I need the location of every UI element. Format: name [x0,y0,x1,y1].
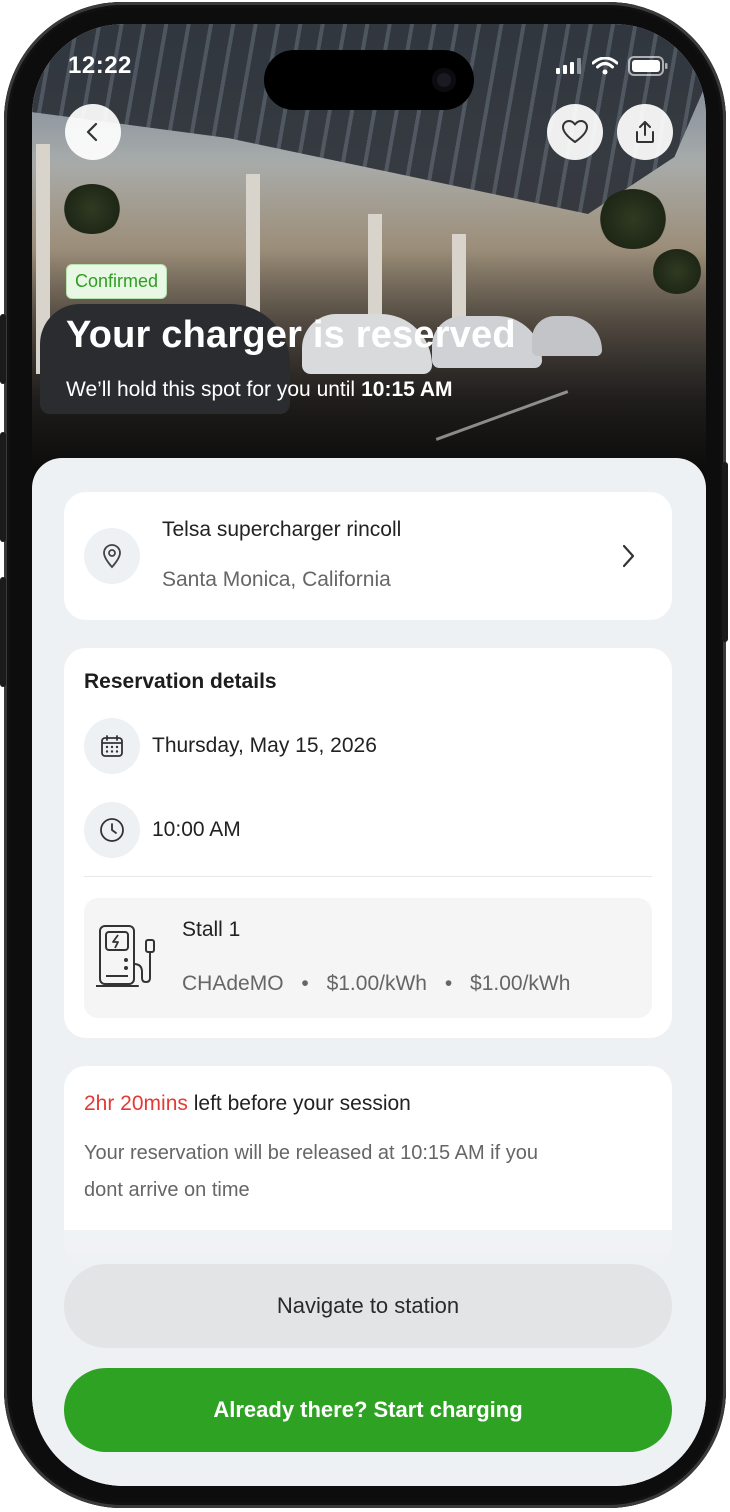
countdown-remaining: 2hr 20mins [84,1092,188,1115]
reservation-card: Reservation details Thursday, May 15, 20… [64,648,672,1038]
hero-image: 12:22 Confirmed Your charger is reserved… [32,24,706,494]
reservation-time: 10:00 AM [152,818,241,841]
dynamic-island [264,50,474,110]
wifi-icon [592,57,618,75]
chevron-right-icon [622,544,635,568]
navigate-button[interactable]: Navigate to station [64,1264,672,1348]
reservation-heading: Reservation details [84,670,277,693]
spec-separator: • [444,972,453,995]
location-icon-wrap [84,528,140,584]
location-pin-icon [103,544,121,569]
countdown-line: 2hr 20mins left before your session [84,1092,411,1116]
status-icons [556,56,668,76]
volume-down-button [0,577,6,687]
screen: 12:22 Confirmed Your charger is reserved… [32,24,706,1486]
back-button[interactable] [65,104,121,160]
camera-icon [432,68,456,92]
clock-icon [100,818,124,842]
palm-tree [598,189,668,249]
divider [84,876,652,877]
share-icon [636,121,654,143]
favorite-button[interactable] [547,104,603,160]
station-name: Telsa supercharger rincoll [162,518,402,541]
price-secondary: $1.00/kWh [470,972,571,995]
hold-message: We’ll hold this spot for you until 10:15 … [66,378,453,402]
clock-icon-wrap [84,802,140,858]
station-location: Santa Monica, California [162,568,391,591]
reservation-date: Thursday, May 15, 2026 [152,734,377,757]
stall-box: Stall 1 CHAdeMO • $1.00/kWh • $1.00/kWh [84,898,652,1018]
page-title: Your charger is reserved [66,314,516,356]
countdown-label: left before your session [193,1092,411,1115]
stall-name: Stall 1 [182,918,241,941]
connector-type: CHAdeMO [182,972,284,995]
station-card[interactable]: Telsa supercharger rincoll Santa Monica,… [64,492,672,620]
battery-icon [628,56,668,76]
volume-up-button [0,432,6,542]
release-note-line1: Your reservation will be released at 10:… [84,1142,538,1164]
calendar-icon-wrap [84,718,140,774]
parked-car [532,316,602,356]
release-note-line2: dont arrive on time [84,1179,250,1201]
start-charging-button[interactable]: Already there? Start charging [64,1368,672,1452]
spec-separator: • [301,972,309,995]
parking-line [435,390,569,441]
palm-tree [62,184,122,234]
hold-until-time: 10:15 AM [361,378,453,401]
stall-specs: CHAdeMO • $1.00/kWh • $1.00/kWh [182,972,570,996]
signal-icon [556,58,581,74]
hold-message-text: We’ll hold this spot for you until [66,378,356,401]
confirmed-badge: Confirmed [66,264,168,299]
canopy-pillar [368,214,382,324]
calendar-icon [101,735,123,757]
heart-icon [562,120,588,143]
chevron-left-icon [86,122,98,142]
price-primary: $1.00/kWh [326,972,427,995]
charger-station-icon [96,925,155,987]
status-time: 12:22 [68,52,132,79]
mute-switch [0,314,6,384]
palm-tree [652,249,702,294]
phone-frame: 12:22 Confirmed Your charger is reserved… [0,2,728,1508]
share-button[interactable] [617,104,673,160]
power-button [722,462,728,642]
canopy-pillar [452,234,466,324]
